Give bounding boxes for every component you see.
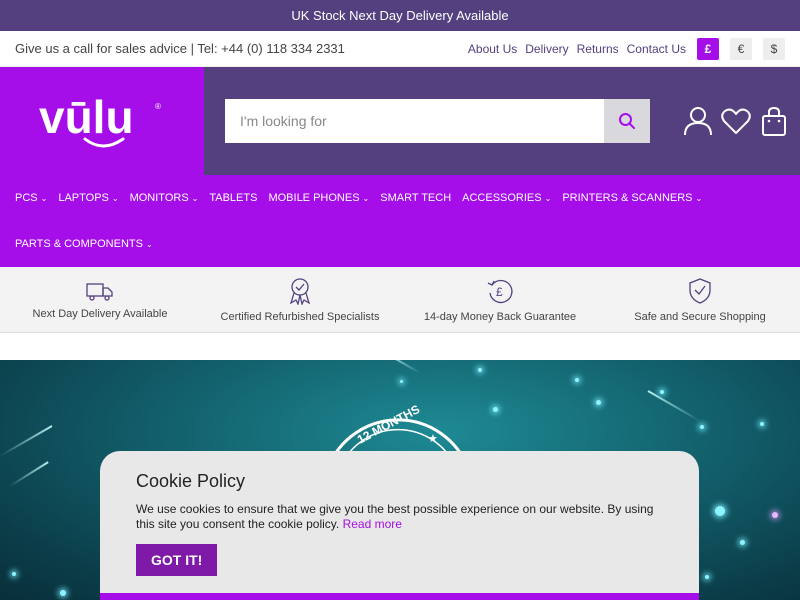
vulu-logo-icon: vūlu ® xyxy=(39,91,161,148)
returns-link[interactable]: Returns xyxy=(577,42,619,56)
cookie-title: Cookie Policy xyxy=(136,471,246,491)
usp-bar: Next Day Delivery Available Certified Re… xyxy=(0,267,800,333)
announcement-bar: UK Stock Next Day Delivery Available xyxy=(0,0,800,31)
chevron-down-icon: ⌄ xyxy=(362,193,370,203)
chevron-down-icon: ⌄ xyxy=(111,193,119,203)
svg-text:12 MONTHS: 12 MONTHS xyxy=(355,402,422,447)
sparkle xyxy=(400,380,403,383)
sales-phone-text: Give us a call for sales advice | Tel: +… xyxy=(15,41,345,56)
site-header: vūlu ® xyxy=(0,67,800,175)
sparkle xyxy=(12,572,16,576)
svg-text:®: ® xyxy=(155,102,161,111)
nav-item-pcs[interactable]: PCs ⌄ xyxy=(15,175,47,221)
contact-us-link[interactable]: Contact Us xyxy=(627,42,686,56)
account-icon[interactable] xyxy=(682,105,714,137)
sparkle xyxy=(700,425,704,429)
sparkle xyxy=(596,400,601,405)
header-icons xyxy=(682,105,790,137)
nav-item-tablets[interactable]: TABLETS xyxy=(209,175,257,221)
refund-icon: £ xyxy=(487,279,513,303)
light-streak xyxy=(9,461,49,487)
cookie-banner-footer xyxy=(100,593,699,600)
wishlist-icon[interactable] xyxy=(720,105,752,137)
logo[interactable]: vūlu ® xyxy=(0,67,204,175)
usp-refurbished: Certified Refurbished Specialists xyxy=(205,277,395,323)
search-button[interactable] xyxy=(604,99,650,143)
truck-icon xyxy=(86,282,113,301)
nav-item-mobile-phones[interactable]: MOBILE PHONES ⌄ xyxy=(268,175,369,221)
nav-item-printers-scanners[interactable]: PRINTERS & SCANNERS ⌄ xyxy=(562,175,702,221)
search-area xyxy=(204,67,800,175)
nav-item-parts-components[interactable]: PARTS & COMPONENTS ⌄ xyxy=(15,221,153,267)
sparkle xyxy=(705,575,709,579)
chevron-down-icon: ⌄ xyxy=(191,193,199,203)
svg-text:vūlu: vūlu xyxy=(39,91,134,143)
cookie-body: We use cookies to ensure that we give yo… xyxy=(136,502,654,531)
nav-item-laptops[interactable]: LAPTOPS ⌄ xyxy=(58,175,118,221)
chevron-down-icon: ⌄ xyxy=(695,193,703,203)
read-more-link[interactable]: Read more xyxy=(343,517,402,531)
light-streak xyxy=(0,425,53,457)
sparkle xyxy=(60,590,66,596)
usp-delivery: Next Day Delivery Available xyxy=(5,280,195,320)
light-streak xyxy=(647,390,701,422)
cookie-banner: Cookie Policy We use cookies to ensure t… xyxy=(100,451,699,600)
shield-icon xyxy=(689,277,711,304)
usp-secure: Safe and Secure Shopping xyxy=(605,277,795,323)
announcement-text: UK Stock Next Day Delivery Available xyxy=(291,8,509,23)
got-it-button[interactable]: GOT IT! xyxy=(136,544,218,576)
sparkle xyxy=(478,368,482,372)
chevron-down-icon: ⌄ xyxy=(145,239,153,249)
search-icon xyxy=(619,113,635,129)
light-streak xyxy=(384,360,421,374)
about-us-link[interactable]: About Us xyxy=(468,42,517,56)
currency-usd-button[interactable]: $ xyxy=(763,37,785,60)
delivery-link[interactable]: Delivery xyxy=(525,42,568,56)
sparkle xyxy=(715,506,725,516)
svg-text:★: ★ xyxy=(428,433,438,445)
search-input[interactable] xyxy=(225,99,604,143)
chevron-down-icon: ⌄ xyxy=(544,193,552,203)
currency-gbp-button[interactable]: £ xyxy=(697,37,719,60)
currency-eur-button[interactable]: € xyxy=(730,37,752,60)
info-links: About Us Delivery Returns Contact Us £ €… xyxy=(468,37,785,60)
sparkle xyxy=(660,390,664,394)
sparkle xyxy=(493,407,498,412)
usp-money-back: £ 14-day Money Back Guarantee xyxy=(405,277,595,323)
sparkle xyxy=(740,540,745,545)
sparkle xyxy=(772,512,778,518)
basket-icon[interactable] xyxy=(758,105,790,137)
sparkle xyxy=(760,422,764,426)
svg-text:£: £ xyxy=(496,285,503,299)
info-bar: Give us a call for sales advice | Tel: +… xyxy=(0,31,800,67)
nav-item-smart-tech[interactable]: SMART TECH xyxy=(380,175,451,221)
chevron-down-icon: ⌄ xyxy=(40,193,48,203)
sparkle xyxy=(575,378,579,382)
nav-item-accessories[interactable]: ACCESSORIES ⌄ xyxy=(462,175,551,221)
main-nav: PCs ⌄ LAPTOPS ⌄ MONITORS ⌄ TABLETS MOBILE P… xyxy=(0,175,800,267)
award-icon xyxy=(289,277,311,305)
nav-item-monitors[interactable]: MONITORS ⌄ xyxy=(130,175,199,221)
